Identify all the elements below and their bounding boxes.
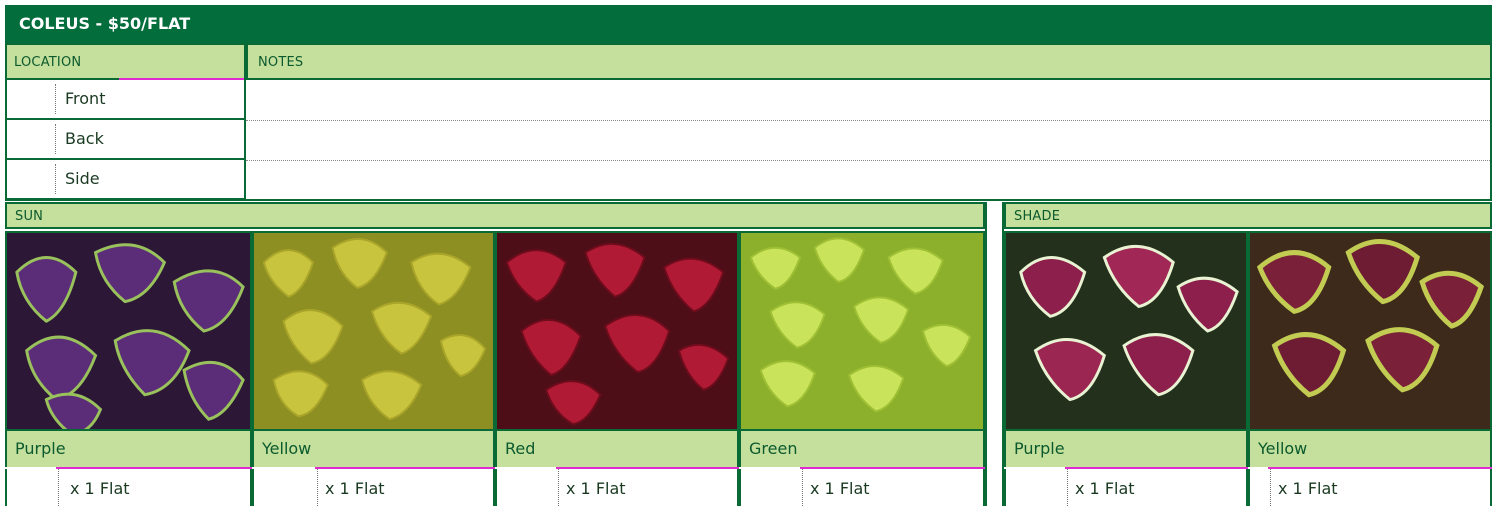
location-label-side: Side [65, 169, 100, 188]
item-name-shade-purple: Purple [1004, 431, 1248, 467]
qty-label: x 1 Flat [810, 479, 870, 498]
location-header: LOCATION [5, 43, 246, 80]
notes-area[interactable] [246, 80, 1492, 200]
item-name-sun-purple: Purple [5, 431, 252, 467]
item-name-sun-yellow: Yellow [252, 431, 495, 467]
item-name-sun-red: Red [495, 431, 739, 467]
sun-section-header: SUN [5, 202, 985, 229]
item-name-sun-green: Green [739, 431, 985, 467]
form-title: COLEUS - $50/FLAT [5, 5, 1492, 43]
location-row-side[interactable]: Side [5, 160, 246, 200]
location-row-back[interactable]: Back [5, 120, 246, 160]
qty-cell-shade-yellow[interactable]: x 1 Flat [1248, 469, 1492, 506]
qty-cell-shade-purple[interactable]: x 1 Flat [1004, 469, 1248, 506]
notes-line [246, 160, 1492, 161]
qty-label: x 1 Flat [1075, 479, 1135, 498]
photo-sun-yellow [252, 231, 495, 431]
location-label-front: Front [65, 89, 106, 108]
qty-cell-sun-red[interactable]: x 1 Flat [495, 469, 739, 506]
qty-label: x 1 Flat [70, 479, 130, 498]
notes-line [246, 120, 1492, 121]
shade-section-header: SHADE [1004, 202, 1492, 229]
location-label-back: Back [65, 129, 104, 148]
qty-label: x 1 Flat [325, 479, 385, 498]
notes-header: NOTES [246, 43, 1492, 80]
qty-cell-sun-green[interactable]: x 1 Flat [739, 469, 985, 506]
qty-label: x 1 Flat [1278, 479, 1338, 498]
section-gap [985, 202, 1004, 506]
photo-shade-purple [1004, 231, 1248, 431]
divider [5, 199, 1492, 201]
qty-label: x 1 Flat [566, 479, 626, 498]
photo-shade-yellow [1248, 231, 1492, 431]
photo-sun-green [739, 231, 985, 431]
location-row-front[interactable]: Front [5, 80, 246, 120]
qty-cell-sun-purple[interactable]: x 1 Flat [5, 469, 252, 506]
item-name-shade-yellow: Yellow [1248, 431, 1492, 467]
photo-sun-purple [5, 231, 252, 431]
photo-sun-red [495, 231, 739, 431]
qty-cell-sun-yellow[interactable]: x 1 Flat [252, 469, 495, 506]
